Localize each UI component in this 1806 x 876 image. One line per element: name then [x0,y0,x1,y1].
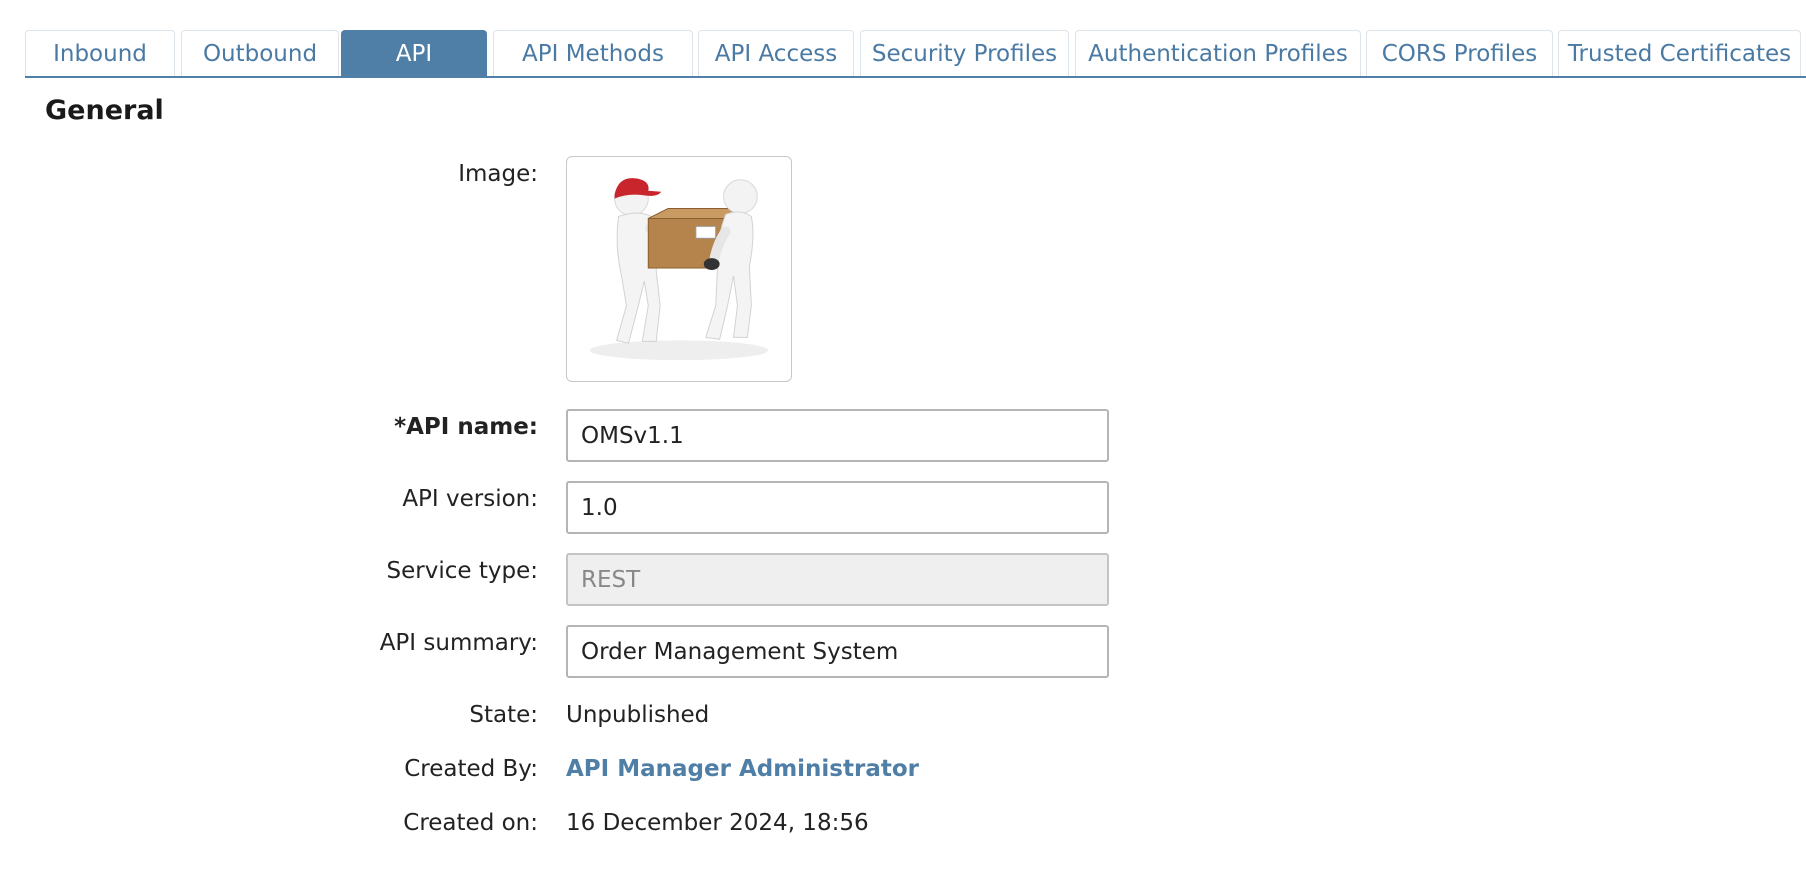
created-on-label: Created on: [403,810,538,836]
api-version-label: API version: [402,486,538,512]
tab-inbound[interactable]: Inbound [25,30,175,76]
tab-authentication-profiles[interactable]: Authentication Profiles [1075,30,1361,76]
state-label: State: [469,702,538,728]
state-value: Unpublished [566,702,710,728]
service-type-field [566,553,1109,606]
created-by-link[interactable]: API Manager Administrator [566,756,919,782]
tab-security-profiles[interactable]: Security Profiles [860,30,1069,76]
api-summary-field[interactable] [566,625,1109,678]
tab-api-methods[interactable]: API Methods [493,30,693,76]
created-on-value: 16 December 2024, 18:56 [566,810,869,836]
image-label: Image: [458,161,538,187]
tab-api-access[interactable]: API Access [698,30,854,76]
tab-cors-profiles[interactable]: CORS Profiles [1366,30,1553,76]
delivery-people-box-icon [589,178,769,361]
service-type-label: Service type: [386,558,538,584]
api-name-label: *API name: [394,414,538,440]
tab-outbound[interactable]: Outbound [181,30,339,76]
tab-trusted-certificates[interactable]: Trusted Certificates [1558,30,1801,76]
api-summary-label: API summary: [379,630,538,656]
tab-bar: Inbound Outbound API API Methods API Acc… [25,30,1806,78]
created-by-label: Created By: [404,756,538,782]
api-name-field[interactable] [566,409,1109,462]
api-image[interactable] [566,156,792,382]
api-version-field[interactable] [566,481,1109,534]
tab-api[interactable]: API [341,30,487,76]
section-title-general: General [45,95,164,126]
